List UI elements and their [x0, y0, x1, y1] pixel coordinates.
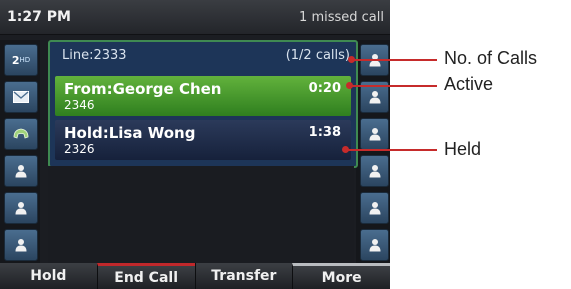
active-call-timer: 0:20 [308, 81, 341, 96]
line-key-2[interactable]: 2 HD [4, 44, 38, 76]
missed-call-notification[interactable]: 1 missed call [299, 10, 384, 25]
contact-icon [369, 128, 380, 141]
status-bar: 1:27 PM 1 missed call [0, 0, 390, 35]
calls-panel: Line:2333 (1/2 calls) From:George Chen 2… [48, 40, 358, 168]
end-call-button[interactable]: End Call [96, 263, 195, 289]
active-callout-line [350, 85, 437, 87]
contact-key-right-6[interactable] [360, 229, 389, 261]
hd-badge: HD [19, 56, 31, 64]
contact-key-left-3[interactable] [4, 229, 38, 261]
contact-icon [15, 165, 27, 178]
contact-key-left-2[interactable] [4, 192, 38, 224]
transfer-button[interactable]: Transfer [194, 263, 293, 289]
contact-icon [369, 91, 380, 104]
calls-count: (1/2 calls) [285, 48, 350, 63]
held-call-name: Hold:Lisa Wong [64, 124, 196, 142]
phone-screen: 1:27 PM 1 missed call 2 HD Line:2333 (1/… [0, 0, 390, 289]
line-key-number: 2 [11, 53, 20, 67]
held-callout-line [346, 149, 437, 151]
contact-icon [15, 239, 27, 252]
left-key-column: 2 HD [0, 40, 40, 264]
held-call-timer: 1:38 [308, 125, 341, 140]
contact-key-right-5[interactable] [360, 192, 389, 224]
contact-icon [369, 202, 380, 215]
active-callout-label: Active [444, 74, 494, 94]
active-call-number: 2346 [64, 98, 95, 112]
softkey-bar: Hold End Call Transfer More [0, 263, 390, 289]
contact-icon [369, 239, 380, 252]
right-key-column [356, 40, 390, 264]
contact-icon [15, 202, 27, 215]
line-label: Line:2333 [62, 48, 127, 63]
contact-key-right-4[interactable] [360, 155, 389, 187]
empty-area [48, 166, 354, 264]
contact-icon [369, 165, 380, 178]
status-time: 1:27 PM [7, 9, 71, 25]
handset-key[interactable] [4, 118, 38, 150]
contact-key-left-1[interactable] [4, 155, 38, 187]
held-call[interactable]: Hold:Lisa Wong 2326 1:38 [55, 120, 351, 160]
calls-callout-line [352, 59, 437, 61]
held-callout-label: Held [444, 139, 482, 159]
calls-callout-label: No. of Calls [444, 48, 538, 68]
held-call-number: 2326 [64, 142, 95, 156]
active-call-name: From:George Chen [64, 80, 222, 98]
envelope-icon [13, 91, 29, 103]
more-button[interactable]: More [292, 263, 390, 289]
contact-key-right-3[interactable] [360, 118, 389, 150]
messages-key[interactable] [4, 81, 38, 113]
handset-icon [13, 128, 29, 139]
active-call[interactable]: From:George Chen 2346 0:20 [55, 76, 351, 116]
hold-button[interactable]: Hold [0, 263, 97, 289]
